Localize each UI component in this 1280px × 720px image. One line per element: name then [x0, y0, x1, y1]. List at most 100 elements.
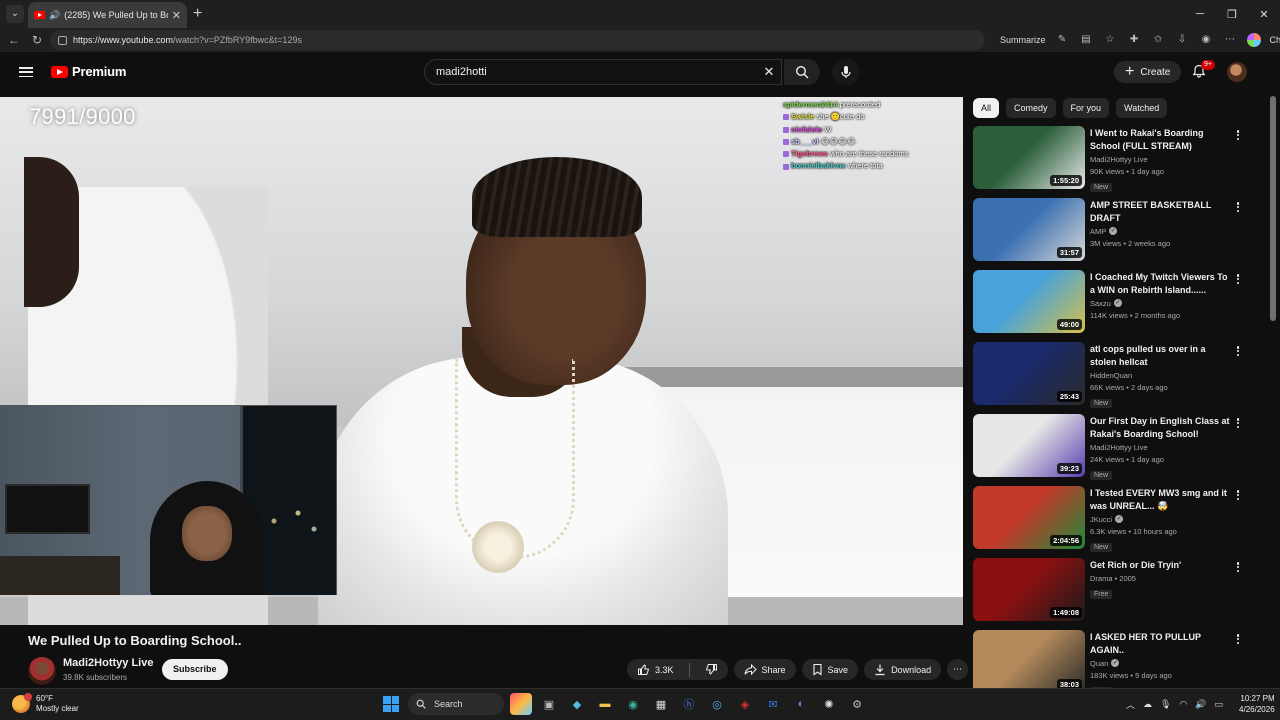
- tab-actions-menu-icon[interactable]: ⌄: [6, 5, 24, 23]
- new-tab-button[interactable]: +: [193, 5, 202, 23]
- video-thumbnail[interactable]: 31:57: [973, 198, 1085, 261]
- youtube-logo[interactable]: Premium: [51, 64, 126, 79]
- recommendation-channel[interactable]: JKucci ✓: [1090, 515, 1230, 524]
- video-thumbnail[interactable]: 49:00: [973, 270, 1085, 333]
- task-view-icon[interactable]: ▣: [538, 693, 560, 715]
- recommendation-item[interactable]: 1:55:20 I Went to Rakai's Boarding School…: [973, 126, 1253, 198]
- hp-app-icon[interactable]: ⓗ: [678, 693, 700, 715]
- back-arrow-icon[interactable]: ←: [6, 32, 22, 48]
- video-thumbnail[interactable]: 1:55:20: [973, 126, 1085, 189]
- chip-all[interactable]: All: [973, 98, 1000, 118]
- recommendation-channel[interactable]: Madi2Hottyy Live: [1090, 155, 1230, 164]
- recommendation-title[interactable]: I Coached My Twitch Viewers To a WIN on …: [1090, 271, 1230, 297]
- site-info-icon[interactable]: [58, 35, 67, 45]
- recommendation-item[interactable]: 49:00 I Coached My Twitch Viewers To a WI…: [973, 270, 1253, 342]
- channel-name[interactable]: Madi2Hottyy Live: [63, 657, 153, 669]
- file-explorer-icon[interactable]: ▬: [594, 693, 616, 715]
- recommendation-channel[interactable]: AMP ✓: [1090, 227, 1230, 236]
- outlook-app-icon[interactable]: ✉: [762, 693, 784, 715]
- voice-search-button[interactable]: [832, 59, 860, 85]
- more-menu-icon[interactable]: ⋯: [1223, 32, 1238, 47]
- extensions-puzzle-icon[interactable]: ✚: [1127, 32, 1142, 47]
- favorite-star-icon[interactable]: ☆: [1103, 32, 1118, 47]
- close-tab-icon[interactable]: ✕: [172, 9, 181, 22]
- recommendation-item[interactable]: 39:23 Our First Day in English Class at R…: [973, 414, 1253, 486]
- browser-tab-active[interactable]: 🔊 (2285) We Pulled Up to Boardi... ✕: [28, 2, 187, 28]
- like-button[interactable]: 3.3K: [627, 659, 684, 680]
- microsoft-store-icon[interactable]: ▦: [650, 693, 672, 715]
- more-vertical-icon[interactable]: [1233, 416, 1243, 430]
- chip-comedy[interactable]: Comedy: [1006, 98, 1056, 118]
- more-vertical-icon[interactable]: [1233, 272, 1243, 286]
- subscribe-button[interactable]: Subscribe: [162, 659, 228, 680]
- address-bar[interactable]: https://www.youtube.com/watch?v=PZfbRY9f…: [50, 30, 985, 50]
- maximize-button[interactable]: ❐: [1216, 0, 1248, 28]
- video-thumbnail[interactable]: 2:04:56: [973, 486, 1085, 549]
- reload-icon[interactable]: ↻: [29, 32, 45, 48]
- search-button[interactable]: [784, 59, 820, 85]
- search-input[interactable]: madi2hotti ✕: [424, 59, 782, 85]
- recommendation-item[interactable]: 25:43 atl cops pulled us over in a stolen…: [973, 342, 1253, 414]
- chip-watched[interactable]: Watched: [1116, 98, 1168, 118]
- more-actions-button[interactable]: ⋯: [947, 659, 969, 680]
- edge-browser-icon[interactable]: ◉: [622, 693, 644, 715]
- recommendation-title[interactable]: Our First Day in English Class at Rakai'…: [1090, 415, 1230, 441]
- video-thumbnail[interactable]: 1:49:08: [973, 558, 1085, 621]
- download-button[interactable]: Download: [864, 659, 942, 680]
- battery-icon[interactable]: ▭: [1215, 699, 1224, 710]
- windows-start-icon[interactable]: [380, 693, 402, 715]
- taskbar-search[interactable]: Search: [408, 693, 504, 715]
- widgets-app-icon[interactable]: [510, 693, 532, 715]
- minimize-button[interactable]: ─: [1184, 0, 1216, 28]
- more-vertical-icon[interactable]: [1233, 488, 1243, 502]
- menu-hamburger-icon[interactable]: [19, 65, 33, 79]
- profile-icon[interactable]: ◉: [1199, 32, 1214, 47]
- system-clock[interactable]: 10:27 PM 4/26/2026: [1239, 693, 1275, 715]
- recommendation-title[interactable]: I Went to Rakai's Boarding School (FULL …: [1090, 127, 1230, 153]
- more-vertical-icon[interactable]: [1233, 344, 1243, 358]
- recommendation-channel[interactable]: Drama • 2005: [1090, 574, 1230, 583]
- summarize-extension-icon[interactable]: ✎: [1055, 32, 1070, 47]
- video-thumbnail[interactable]: 38:03: [973, 630, 1085, 693]
- share-button[interactable]: Share: [733, 659, 796, 680]
- more-vertical-icon[interactable]: [1233, 632, 1243, 646]
- recommendation-item[interactable]: 31:57 AMP STREET BASKETBALL DRAFT AMP ✓ 3M v…: [973, 198, 1253, 270]
- more-vertical-icon[interactable]: [1233, 560, 1243, 574]
- recommendation-channel[interactable]: Saxzu ✓: [1090, 299, 1230, 308]
- more-vertical-icon[interactable]: [1233, 128, 1243, 142]
- settings-gear-icon[interactable]: ⚙: [846, 693, 868, 715]
- reading-view-icon[interactable]: ▤: [1079, 32, 1094, 47]
- speaker-icon[interactable]: 🔊: [49, 10, 60, 21]
- recommendation-channel[interactable]: Madi2Hottyy Live: [1090, 443, 1230, 452]
- purple-app-icon[interactable]: ◐: [790, 693, 812, 715]
- recommendation-title[interactable]: I ASKED HER TO PULLUP AGAIN..: [1090, 631, 1230, 657]
- video-thumbnail[interactable]: 39:23: [973, 414, 1085, 477]
- clear-search-icon[interactable]: ✕: [757, 64, 781, 80]
- close-window-button[interactable]: ✕: [1248, 0, 1280, 28]
- video-thumbnail[interactable]: 25:43: [973, 342, 1085, 405]
- recommendation-channel[interactable]: HiddenQuan: [1090, 371, 1230, 380]
- downloads-icon[interactable]: ⇩: [1175, 32, 1190, 47]
- chat-label[interactable]: Chat: [1270, 35, 1280, 45]
- copilot-app-icon[interactable]: ◆: [566, 693, 588, 715]
- recommendation-title[interactable]: I Tested EVERY MW3 smg and it was UNREAL…: [1090, 487, 1230, 513]
- recommendation-item[interactable]: 2:04:56 I Tested EVERY MW3 smg and it was…: [973, 486, 1253, 558]
- recommendation-title[interactable]: atl cops pulled us over in a stolen hell…: [1090, 343, 1230, 369]
- microphone-icon[interactable]: 🎙: [1160, 699, 1171, 710]
- save-button[interactable]: Save: [801, 659, 859, 680]
- recommendation-item[interactable]: 1:49:08 Get Rich or Die Tryin' Drama • 200…: [973, 558, 1253, 630]
- account-avatar[interactable]: [1227, 62, 1247, 82]
- channel-avatar[interactable]: [28, 657, 56, 685]
- volume-icon[interactable]: 🔊: [1195, 699, 1206, 710]
- recommendation-title[interactable]: Get Rich or Die Tryin': [1090, 559, 1230, 572]
- tray-overflow-chevron-icon[interactable]: ︿: [1126, 698, 1135, 711]
- copilot-icon[interactable]: [1246, 32, 1261, 47]
- scrollbar-thumb[interactable]: [1270, 96, 1276, 321]
- mcafee-app-icon[interactable]: ◈: [734, 693, 756, 715]
- recommendation-channel[interactable]: Quan ✓: [1090, 659, 1230, 668]
- summarize-button[interactable]: Summarize: [1000, 35, 1046, 45]
- page-scrollbar[interactable]: [1270, 96, 1276, 686]
- favorites-icon[interactable]: ✩: [1151, 32, 1166, 47]
- create-button[interactable]: + Create: [1114, 61, 1182, 83]
- tray-app-icon[interactable]: ☁: [1143, 699, 1152, 710]
